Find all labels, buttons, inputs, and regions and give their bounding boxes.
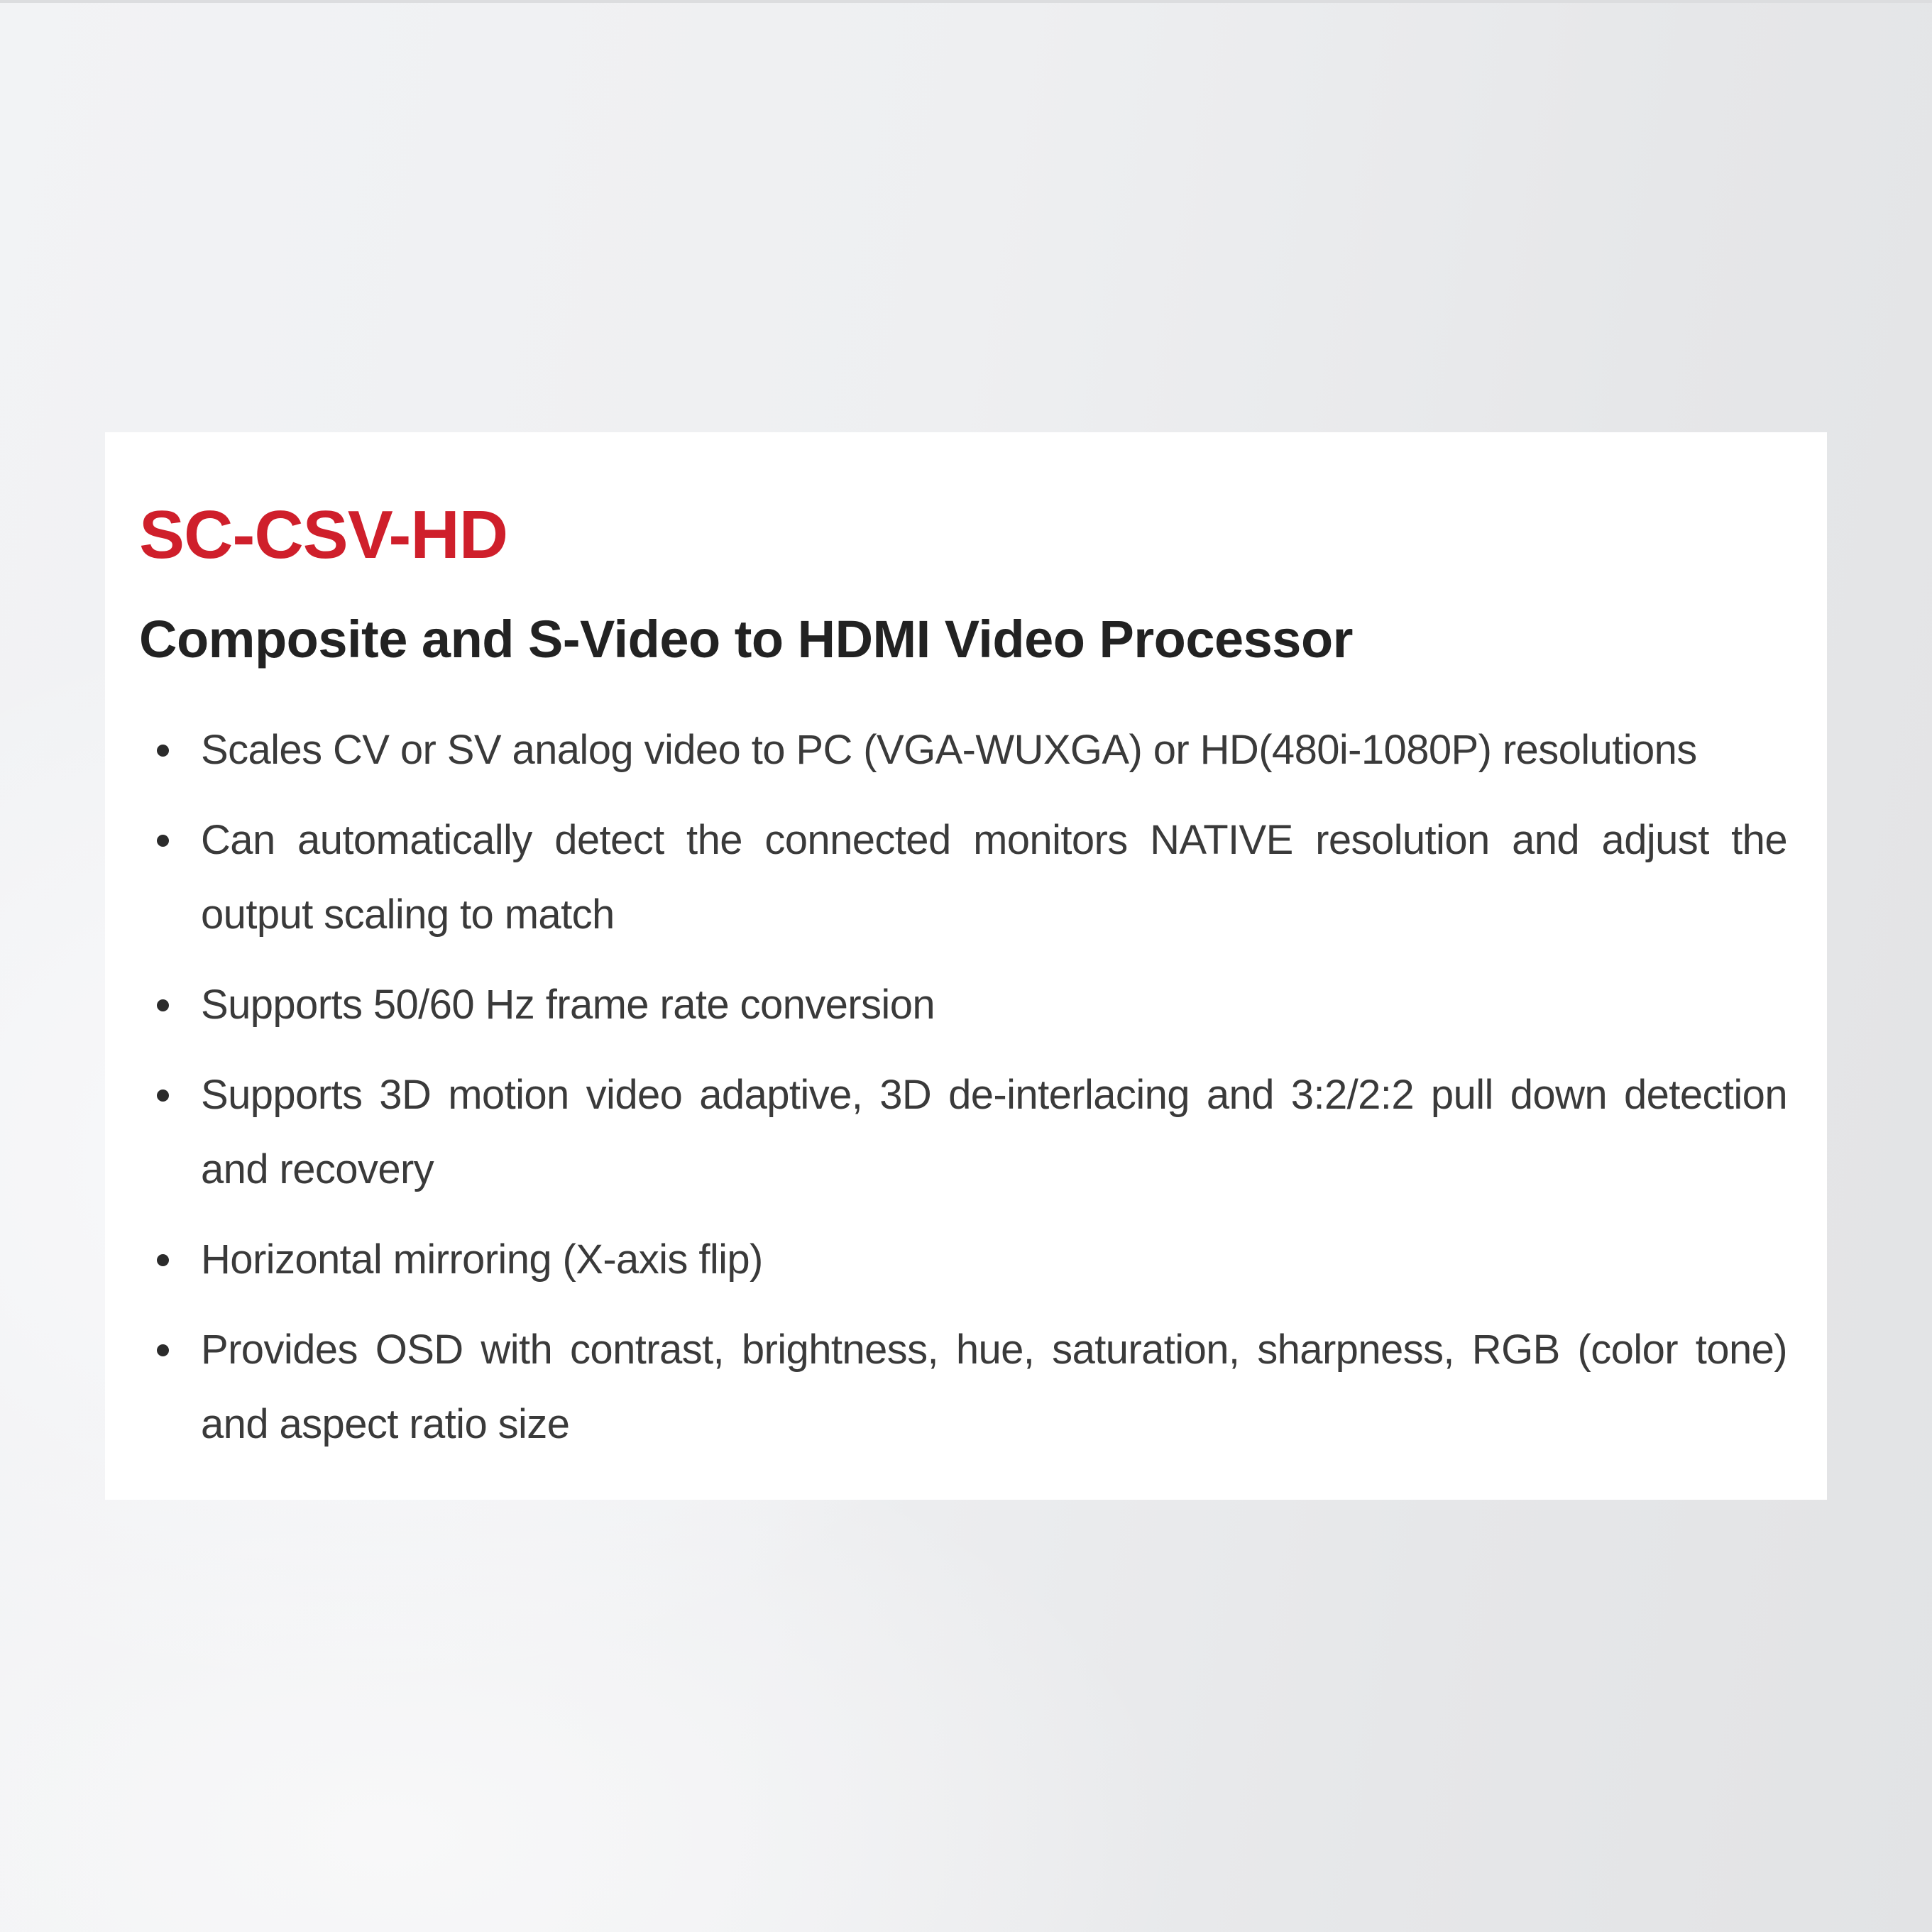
feature-item: Supports 50/60 Hz frame rate conversion [157,967,1787,1042]
feature-item: Supports 3D motion video adaptive, 3D de… [157,1058,1788,1207]
feature-text: Scales CV or SV analog video to PC (VGA-… [201,727,1697,773]
product-code-title: SC-CSV-HD [139,497,508,573]
product-info-card: SC-CSV-HD Composite and S-Video to HDMI … [105,432,1827,1500]
bullet-icon [157,745,169,757]
top-edge-divider [0,0,1932,3]
feature-item: Scales CV or SV analog video to PC (VGA-… [157,713,1787,787]
feature-text: Provides OSD with contrast, brightness, … [201,1327,1788,1447]
feature-item: Horizontal mirroring (X-axis flip) [157,1222,1787,1297]
feature-text: Supports 3D motion video adaptive, 3D de… [201,1072,1788,1192]
bullet-icon [157,1090,169,1102]
bullet-icon [157,1254,169,1266]
product-subtitle: Composite and S-Video to HDMI Video Proc… [139,610,1353,669]
bullet-icon [157,835,169,847]
bullet-icon [157,1344,169,1356]
feature-text: Can automatically detect the connected m… [201,817,1788,938]
feature-list: Scales CV or SV analog video to PC (VGA-… [157,713,1788,1477]
feature-text: Supports 50/60 Hz frame rate conversion [201,982,935,1028]
feature-item: Can automatically detect the connected m… [157,803,1788,952]
feature-item: Provides OSD with contrast, brightness, … [157,1312,1788,1461]
feature-text: Horizontal mirroring (X-axis flip) [201,1236,763,1283]
bullet-icon [157,999,169,1011]
